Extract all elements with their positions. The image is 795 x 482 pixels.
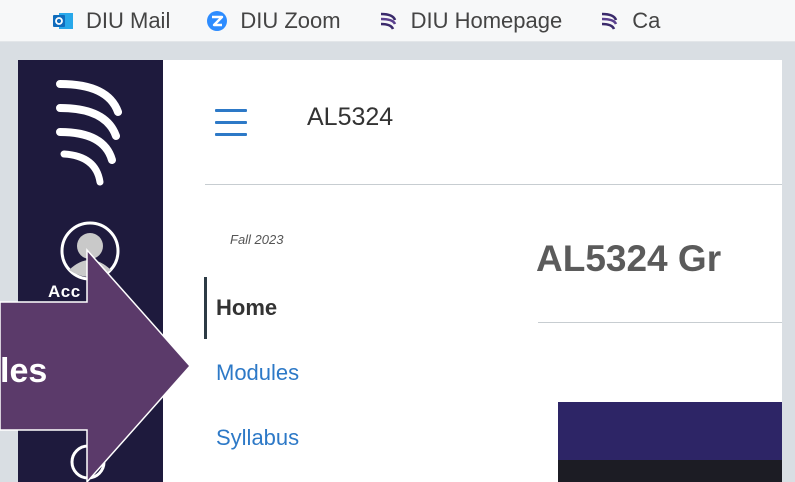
hamburger-menu-icon[interactable] xyxy=(215,109,247,145)
account-label[interactable]: Acc xyxy=(48,282,81,302)
bookmark-label: Ca xyxy=(632,7,661,33)
breadcrumb-course-code[interactable]: AL5324 xyxy=(307,103,393,132)
header-divider xyxy=(205,184,782,185)
zoom-icon xyxy=(207,10,228,31)
callout-label: les xyxy=(0,352,48,390)
course-header: AL5324 xyxy=(163,60,782,184)
course-nav-syllabus[interactable]: Syllabus xyxy=(204,405,299,470)
course-nav-modules[interactable]: Modules xyxy=(204,340,299,405)
diu-logo-icon xyxy=(380,12,396,30)
diu-logo-icon[interactable] xyxy=(56,78,122,188)
bookmarks-bar: DIU Mail DIU Zoom DIU Homepage Ca xyxy=(0,0,795,42)
outlook-icon xyxy=(53,12,73,29)
bookmark-ca[interactable]: Ca xyxy=(598,8,660,34)
account-avatar-icon[interactable] xyxy=(59,220,121,282)
course-nav-home[interactable]: Home xyxy=(204,275,299,340)
title-divider xyxy=(538,322,782,323)
page-title: AL5324 Gr xyxy=(536,238,722,279)
canvas-window: Acc AL5324 Fall 2023 Home Modules Syllab… xyxy=(18,60,782,482)
bookmark-diu-homepage[interactable]: DIU Homepage xyxy=(377,7,563,34)
bookmark-label: DIU Zoom xyxy=(240,7,341,33)
global-navigation: Acc xyxy=(18,60,163,482)
diu-logo-icon xyxy=(602,12,618,30)
course-term: Fall 2023 xyxy=(230,232,284,247)
dashboard-icon[interactable] xyxy=(68,442,108,482)
bookmark-label: DIU Homepage xyxy=(410,7,563,33)
bookmark-label: DIU Mail xyxy=(86,7,171,33)
course-navigation: Home Modules Syllabus xyxy=(204,275,299,470)
course-banner-image xyxy=(558,460,782,482)
bookmark-diu-mail[interactable]: DIU Mail xyxy=(52,8,170,34)
bookmark-diu-zoom[interactable]: DIU Zoom xyxy=(206,7,341,34)
course-banner xyxy=(558,402,782,460)
